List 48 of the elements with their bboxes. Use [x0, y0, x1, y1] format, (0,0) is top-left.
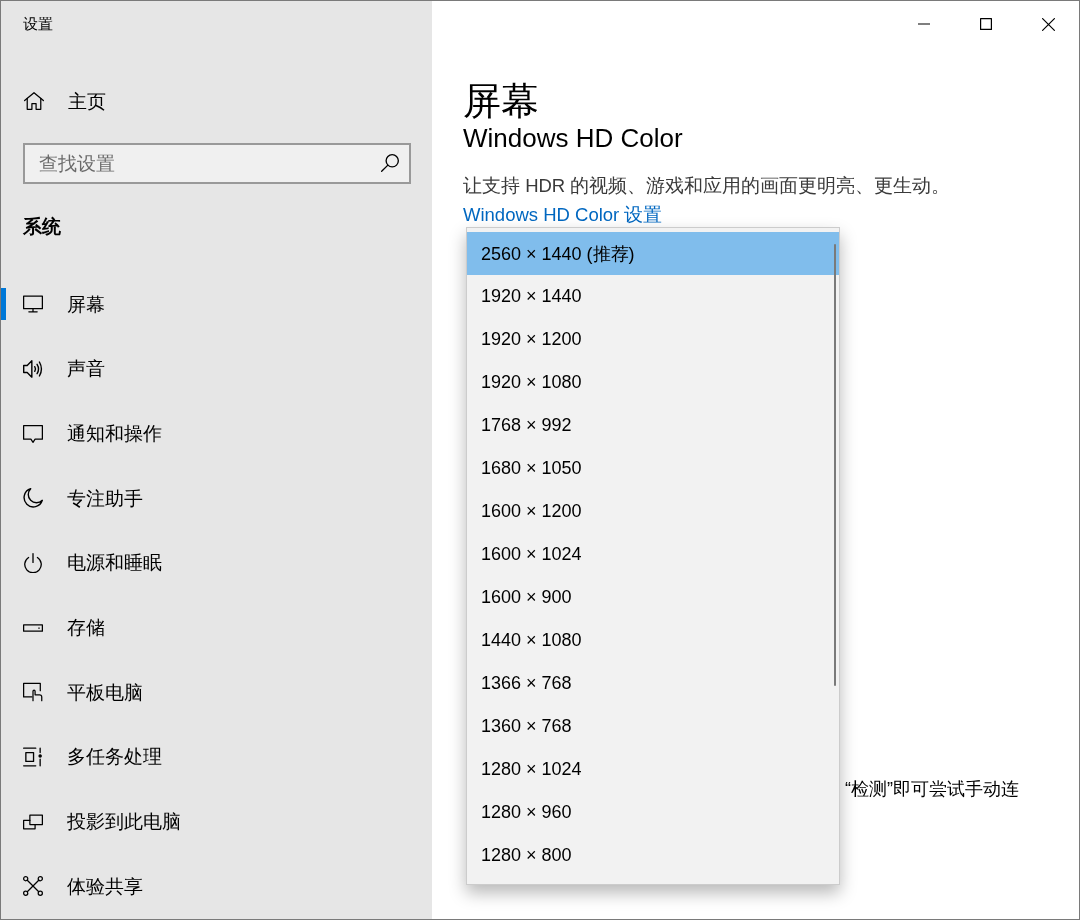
resolution-option[interactable]: 1920 × 1200 [467, 318, 839, 361]
home-link[interactable]: 主页 [1, 70, 432, 132]
minimize-icon [918, 23, 930, 25]
nav-item[interactable]: 平板电脑 [1, 659, 432, 725]
body-text: “检测”即可尝试手动连 [845, 778, 1019, 801]
share-nodes-icon [23, 876, 43, 897]
resolution-option[interactable]: 1600 × 1200 [467, 490, 839, 533]
nav-item[interactable]: 通知和操作 [1, 401, 432, 466]
resolution-option[interactable]: 1920 × 1440 [467, 275, 839, 318]
resolution-option[interactable]: 2560 × 1440 (推荐) [467, 232, 839, 275]
nav-item[interactable]: 体验共享 [1, 853, 432, 919]
page-title: 屏幕 [463, 79, 539, 123]
search-field[interactable]: 查找设置 [23, 143, 411, 184]
resolution-option[interactable]: 1280 × 1024 [467, 748, 839, 791]
nav-item[interactable]: 多任务处理 [1, 724, 432, 790]
resolution-option[interactable]: 1920 × 1080 [467, 361, 839, 404]
home-icon [24, 91, 44, 111]
monitor-icon [23, 294, 43, 315]
nav-item[interactable]: 投影到此电脑 [1, 789, 432, 854]
resolution-option[interactable]: 1280 × 800 [467, 834, 839, 877]
resolution-option[interactable]: 1768 × 992 [467, 404, 839, 447]
section-heading: Windows HD Color [463, 123, 683, 153]
resolution-option[interactable]: 1280 × 960 [467, 791, 839, 834]
description-text: 让支持 HDR 的视频、游戏和应用的画面更明亮、更生动。 [463, 174, 951, 198]
resolution-option[interactable]: 1680 × 1050 [467, 447, 839, 490]
resolution-option[interactable]: 1360 × 768 [467, 705, 839, 748]
window-title: 设置 [23, 14, 53, 34]
scrollbar-thumb[interactable] [834, 244, 836, 686]
search-icon [381, 154, 399, 172]
nav-item[interactable]: 存储 [1, 595, 432, 660]
close-icon [1041, 17, 1055, 31]
speaker-icon [23, 359, 43, 379]
nav-item[interactable]: 专注助手 [1, 465, 432, 531]
resolution-option[interactable]: 1600 × 900 [467, 576, 839, 619]
nav-item[interactable]: 声音 [1, 336, 432, 402]
resolution-option[interactable]: 1440 × 1080 [467, 619, 839, 662]
speech-bubble-icon [23, 423, 43, 444]
power-icon [23, 552, 43, 573]
tablet-hand-icon [23, 682, 43, 703]
multitask-icon [23, 746, 43, 767]
moon-icon [23, 488, 43, 509]
nav-item[interactable]: 屏幕 [1, 272, 432, 337]
resolution-option[interactable]: 1600 × 1024 [467, 533, 839, 576]
section-title: 系统 [22, 214, 61, 239]
maximize-icon [980, 18, 992, 30]
hd-color-settings-link[interactable]: Windows HD Color 设置 [463, 203, 663, 227]
nav-item[interactable]: 电源和睡眠 [1, 530, 432, 596]
resolution-option[interactable]: 1366 × 768 [467, 662, 839, 705]
